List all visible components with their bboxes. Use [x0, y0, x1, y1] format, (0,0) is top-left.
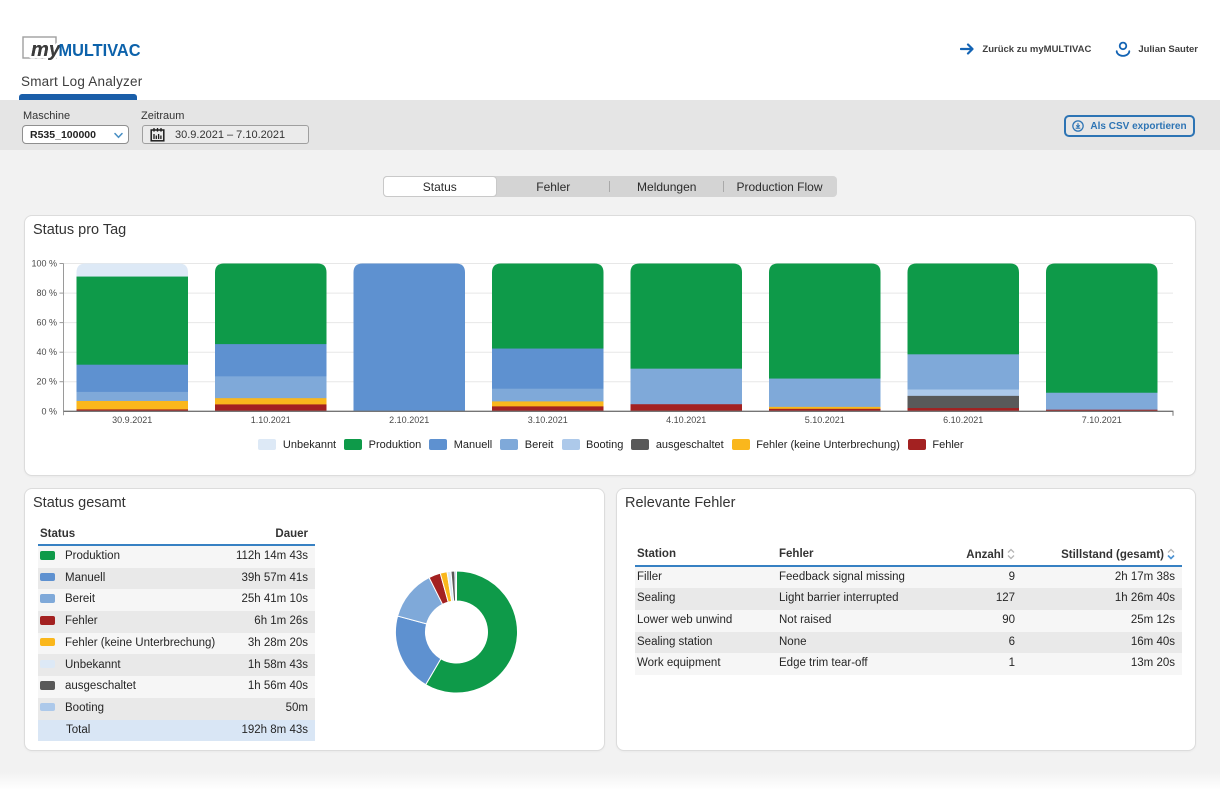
svg-text:MULTIVAC: MULTIVAC — [59, 40, 141, 60]
svg-text:5.10.2021: 5.10.2021 — [805, 415, 845, 425]
svg-text:4.10.2021: 4.10.2021 — [666, 415, 706, 425]
svg-text:2.10.2021: 2.10.2021 — [389, 415, 429, 425]
svg-text:20 %: 20 % — [36, 377, 57, 387]
svg-text:30.9.2021: 30.9.2021 — [112, 415, 152, 425]
svg-text:100 %: 100 % — [31, 259, 57, 269]
svg-text:40 %: 40 % — [36, 347, 57, 357]
svg-text:3.10.2021: 3.10.2021 — [528, 415, 568, 425]
svg-text:80 %: 80 % — [36, 288, 57, 298]
svg-text:6.10.2021: 6.10.2021 — [943, 415, 983, 425]
svg-text:60 %: 60 % — [36, 318, 57, 328]
svg-text:0 %: 0 % — [41, 406, 57, 416]
svg-text:7.10.2021: 7.10.2021 — [1082, 415, 1122, 425]
svg-text:my: my — [31, 39, 61, 61]
svg-text:1.10.2021: 1.10.2021 — [251, 415, 291, 425]
